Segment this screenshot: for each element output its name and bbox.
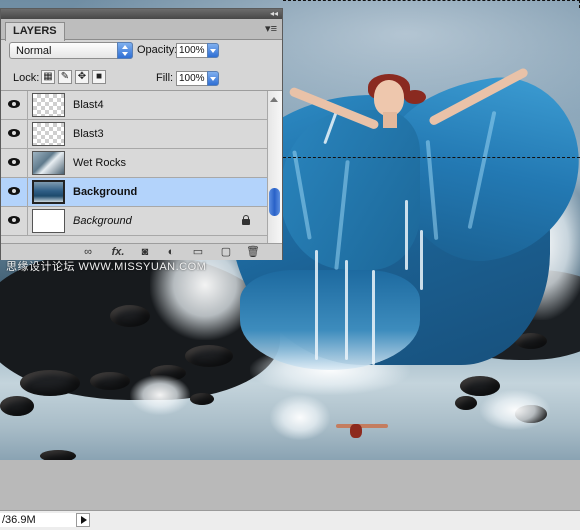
visibility-toggle[interactable] xyxy=(1,149,28,177)
rock xyxy=(185,345,233,367)
layer-thumbnail xyxy=(32,209,65,233)
lock-fill-row: Lock: ▦ ✎ ✥ ■ Fill: 100% xyxy=(1,66,282,91)
eye-icon xyxy=(8,100,20,108)
layers-panel-footer: ∞ fx. ◙ ◐ ▭ ▢ 🗑 xyxy=(1,243,282,260)
opacity-dropdown-icon[interactable] xyxy=(207,43,219,58)
rock xyxy=(40,450,76,460)
layer-row-background-locked[interactable]: Background xyxy=(1,207,267,236)
blend-mode-select[interactable]: Normal xyxy=(9,42,133,59)
lock-image-pixels-icon[interactable]: ✎ xyxy=(58,70,72,84)
water-stream xyxy=(315,250,318,360)
lock-label: Lock: xyxy=(13,72,40,84)
visibility-toggle[interactable] xyxy=(1,91,28,119)
fill-field[interactable]: 100% xyxy=(176,71,208,86)
trash-icon[interactable]: 🗑 xyxy=(246,245,260,259)
woman-neck xyxy=(383,112,397,128)
water-stream xyxy=(420,230,423,290)
rock xyxy=(455,396,477,410)
lock-transparent-pixels-icon[interactable]: ▦ xyxy=(41,70,55,84)
blend-mode-value: Normal xyxy=(16,45,52,57)
selection-marquee-top xyxy=(283,0,580,1)
layer-row-wet-rocks[interactable]: Wet Rocks xyxy=(1,149,267,178)
eye-icon xyxy=(8,216,20,224)
rock xyxy=(0,396,34,416)
swimmer-arms xyxy=(336,424,388,428)
visibility-toggle[interactable] xyxy=(1,120,28,148)
layers-panel: ◂◂ LAYERS ▾≡ Normal Opacity: 100% Lock: … xyxy=(0,8,283,260)
link-layers-icon[interactable]: ∞ xyxy=(81,245,95,259)
blend-opacity-row: Normal Opacity: 100% xyxy=(1,40,282,64)
layer-mask-icon[interactable]: ◙ xyxy=(138,245,152,259)
panel-menu-icon[interactable]: ▾≡ xyxy=(265,22,277,36)
panel-titlebar[interactable]: ◂◂ xyxy=(1,9,282,19)
rock xyxy=(110,305,150,327)
lock-icon xyxy=(241,215,251,225)
woman-hair-tail xyxy=(404,90,426,104)
rock xyxy=(20,370,80,396)
opacity-field[interactable]: 100% xyxy=(176,43,208,58)
fill-label: Fill: xyxy=(156,72,174,84)
layer-row-blast4[interactable]: Blast4 xyxy=(1,91,267,120)
wave-splash xyxy=(270,395,330,440)
status-bar: /36.9M xyxy=(0,510,580,530)
collapse-panel-icon[interactable]: ◂◂ xyxy=(270,9,278,19)
lock-position-icon[interactable]: ✥ xyxy=(75,70,89,84)
watermark: 思缘设计论坛 WWW.MISSYUAN.COM xyxy=(6,261,207,273)
lock-all-icon[interactable]: ■ xyxy=(92,70,106,84)
rock xyxy=(190,393,214,405)
pasteboard xyxy=(0,460,580,510)
layer-name: Background xyxy=(73,186,138,198)
layer-thumbnail xyxy=(32,180,65,204)
tab-layers[interactable]: LAYERS xyxy=(5,22,65,41)
swimmer xyxy=(350,424,362,438)
fill-dropdown-icon[interactable] xyxy=(207,71,219,86)
status-menu-arrow-icon[interactable] xyxy=(76,513,90,527)
wave-splash xyxy=(480,390,550,430)
fx-icon[interactable]: fx. xyxy=(108,245,128,259)
eye-icon xyxy=(8,187,20,195)
layer-row-blast3[interactable]: Blast3 xyxy=(1,120,267,149)
new-group-icon[interactable]: ▭ xyxy=(191,245,205,259)
visibility-toggle[interactable] xyxy=(1,178,28,206)
layers-scrollbar[interactable] xyxy=(267,91,282,243)
eye-icon xyxy=(8,158,20,166)
eye-icon xyxy=(8,129,20,137)
water-stream xyxy=(405,200,408,270)
panel-tab-row: LAYERS ▾≡ xyxy=(1,19,282,41)
layer-thumbnail xyxy=(32,93,65,117)
layer-name: Blast4 xyxy=(73,99,104,111)
layer-thumbnail xyxy=(32,151,65,175)
visibility-toggle[interactable] xyxy=(1,207,28,235)
water-stream xyxy=(372,270,375,365)
layer-name: Wet Rocks xyxy=(73,157,126,169)
scroll-up-arrow-icon[interactable] xyxy=(270,97,278,102)
blue-dress-skirt xyxy=(240,270,420,370)
opacity-label: Opacity: xyxy=(137,44,178,56)
water-stream xyxy=(345,260,348,360)
new-layer-icon[interactable]: ▢ xyxy=(219,245,233,259)
layer-row-background-selected[interactable]: Background xyxy=(1,178,267,207)
scroll-thumb[interactable] xyxy=(269,188,280,216)
rock xyxy=(90,372,130,390)
adjustment-layer-icon[interactable]: ◐ xyxy=(164,245,178,259)
wave-splash xyxy=(130,375,190,415)
selection-marquee xyxy=(283,157,580,158)
layer-thumbnail xyxy=(32,122,65,146)
layer-name: Blast3 xyxy=(73,128,104,140)
woman-face xyxy=(374,80,404,116)
doc-size-readout: /36.9M xyxy=(0,513,77,527)
layer-name: Background xyxy=(73,215,132,227)
blend-mode-stepper-icon[interactable] xyxy=(117,42,133,59)
layers-list: Blast4 Blast3 Wet Rocks Background Backg… xyxy=(1,91,267,243)
